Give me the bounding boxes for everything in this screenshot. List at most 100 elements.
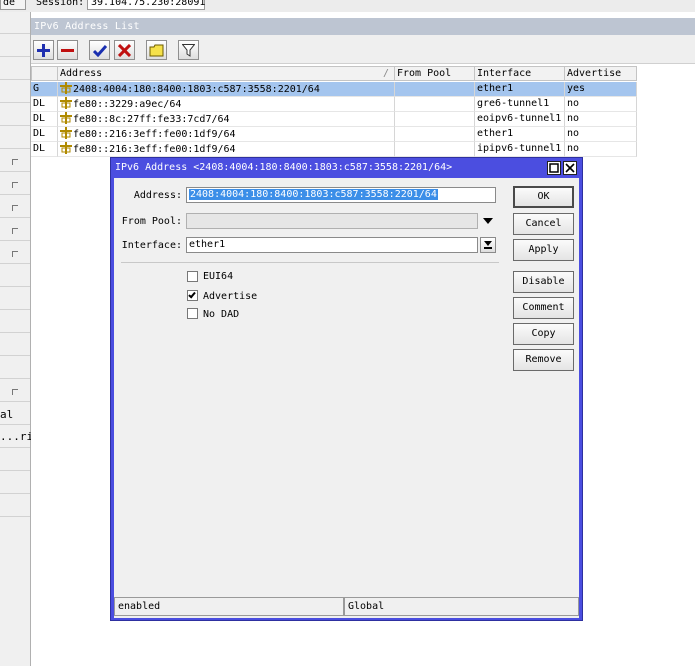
sidebar-item[interactable] bbox=[0, 265, 30, 287]
apply-button[interactable]: Apply bbox=[513, 239, 574, 261]
sidebar-item[interactable] bbox=[0, 104, 30, 126]
copy-button[interactable]: Copy bbox=[513, 323, 574, 345]
session-field[interactable]: 39.104.75.230:28091 bbox=[87, 0, 205, 10]
interface-dropdown-button[interactable] bbox=[480, 237, 496, 253]
dialog-titlebar[interactable]: IPv6 Address <2408:4004:180:8400:1803:c5… bbox=[111, 158, 582, 178]
column-header-from-pool[interactable]: From Pool bbox=[395, 66, 475, 81]
from-pool-cell bbox=[395, 142, 475, 157]
submenu-arrow-icon bbox=[12, 182, 18, 188]
submenu-arrow-icon bbox=[12, 251, 18, 257]
minus-icon bbox=[61, 48, 74, 52]
address-label: Address: bbox=[133, 190, 182, 201]
from-pool-cell bbox=[395, 127, 475, 142]
cross-icon bbox=[118, 43, 131, 57]
address-field[interactable]: 2408:4004:180:8400:1803:c587:3558:2201/6… bbox=[186, 187, 496, 203]
from-pool-cell bbox=[395, 97, 475, 112]
from-pool-cell bbox=[395, 82, 475, 97]
remove-button[interactable]: Remove bbox=[513, 349, 574, 371]
sidebar-item[interactable]: al bbox=[0, 403, 30, 425]
sidebar-item[interactable]: ...rif bbox=[0, 426, 40, 448]
sidebar-item[interactable] bbox=[0, 334, 30, 356]
advertise-cell: yes bbox=[565, 82, 637, 97]
flags-cell: G bbox=[31, 82, 58, 97]
interface-select[interactable]: ether1 bbox=[186, 237, 478, 253]
plus-icon bbox=[37, 43, 50, 57]
dialog-title: IPv6 Address <2408:4004:180:8400:1803:c5… bbox=[115, 162, 453, 173]
interface-label: Interface: bbox=[121, 240, 182, 251]
interface-cell: ether1 bbox=[475, 82, 565, 97]
sidebar-item[interactable] bbox=[0, 495, 30, 517]
sidebar-item[interactable] bbox=[0, 35, 30, 57]
sidebar-item[interactable] bbox=[0, 127, 30, 149]
sidebar-item[interactable] bbox=[0, 380, 30, 402]
advertise-cell: no bbox=[565, 127, 637, 142]
cancel-button[interactable]: Cancel bbox=[513, 213, 574, 235]
address-icon bbox=[60, 82, 72, 94]
address-cell: fe80::216:3eff:fe00:1df9/64 bbox=[58, 142, 395, 157]
enable-button[interactable] bbox=[89, 40, 110, 60]
disable-button[interactable] bbox=[114, 40, 135, 60]
comment-button[interactable]: Comment bbox=[513, 297, 574, 319]
list-window-title: IPv6 Address List bbox=[31, 18, 695, 35]
comment-button[interactable] bbox=[146, 40, 167, 60]
note-icon bbox=[149, 44, 164, 56]
status-scope: Global bbox=[344, 597, 579, 616]
sidebar-item[interactable] bbox=[0, 81, 30, 103]
address-icon bbox=[60, 142, 72, 154]
interface-cell: ether1 bbox=[475, 127, 565, 142]
checkmark-icon bbox=[188, 290, 196, 299]
sidebar-item[interactable] bbox=[0, 58, 30, 80]
address-icon bbox=[60, 97, 72, 109]
sidebar-item[interactable] bbox=[0, 196, 30, 218]
sidebar-item[interactable] bbox=[0, 311, 30, 333]
eui64-checkbox[interactable] bbox=[187, 271, 198, 282]
dialog-body: Address: 2408:4004:180:8400:1803:c587:35… bbox=[114, 178, 579, 618]
filter-button[interactable] bbox=[178, 40, 199, 60]
column-header-interface[interactable]: Interface bbox=[475, 66, 565, 81]
ipv6-address-dialog: IPv6 Address <2408:4004:180:8400:1803:c5… bbox=[110, 157, 583, 621]
mode-tab[interactable]: de bbox=[0, 0, 26, 10]
sidebar: al ...rif bbox=[0, 12, 40, 666]
sidebar-item[interactable] bbox=[0, 173, 30, 195]
maximize-button[interactable] bbox=[547, 161, 561, 175]
flags-cell: DL bbox=[31, 97, 58, 112]
no-dad-checkbox[interactable] bbox=[187, 308, 198, 319]
submenu-arrow-icon bbox=[12, 228, 18, 234]
sidebar-item[interactable] bbox=[0, 288, 30, 310]
address-cell: fe80::3229:a9ec/64 bbox=[58, 97, 395, 112]
dropdown-arrow-icon[interactable] bbox=[483, 218, 493, 224]
address-cell: fe80::8c:27ff:fe33:7cd7/64 bbox=[58, 112, 395, 127]
sidebar-item[interactable] bbox=[0, 472, 30, 494]
filter-icon bbox=[182, 43, 195, 57]
remove-button[interactable] bbox=[57, 40, 78, 60]
close-icon bbox=[565, 163, 575, 173]
from-pool-label: From Pool: bbox=[121, 216, 182, 227]
column-header-flags[interactable] bbox=[31, 66, 58, 81]
column-header-address[interactable]: Address / bbox=[58, 66, 395, 81]
sidebar-item[interactable] bbox=[0, 449, 30, 471]
sidebar-item[interactable] bbox=[0, 219, 30, 241]
address-icon bbox=[60, 112, 72, 124]
add-button[interactable] bbox=[33, 40, 54, 60]
ok-button[interactable]: OK bbox=[513, 186, 574, 208]
advertise-label: Advertise bbox=[203, 291, 258, 302]
interface-cell: eoipv6-tunnel1 bbox=[475, 112, 565, 127]
sidebar-item[interactable] bbox=[0, 357, 30, 379]
session-label: Session: bbox=[36, 0, 85, 8]
address-cell: fe80::216:3eff:fe00:1df9/64 bbox=[58, 127, 395, 142]
sidebar-item[interactable] bbox=[0, 242, 30, 264]
submenu-arrow-icon bbox=[12, 159, 18, 165]
sidebar-item[interactable] bbox=[0, 12, 30, 34]
column-header-advertise[interactable]: Advertise bbox=[565, 66, 637, 81]
flags-cell: DL bbox=[31, 142, 58, 157]
advertise-checkbox[interactable] bbox=[187, 290, 198, 301]
from-pool-field[interactable] bbox=[186, 213, 478, 229]
flags-cell: DL bbox=[31, 127, 58, 142]
disable-button[interactable]: Disable bbox=[513, 271, 574, 293]
flags-cell: DL bbox=[31, 112, 58, 127]
close-button[interactable] bbox=[563, 161, 577, 175]
interface-cell: ipipv6-tunnel1 bbox=[475, 142, 565, 157]
dropdown-arrow-icon bbox=[484, 241, 492, 249]
sidebar-item[interactable] bbox=[0, 150, 30, 172]
status-enabled: enabled bbox=[114, 597, 344, 616]
